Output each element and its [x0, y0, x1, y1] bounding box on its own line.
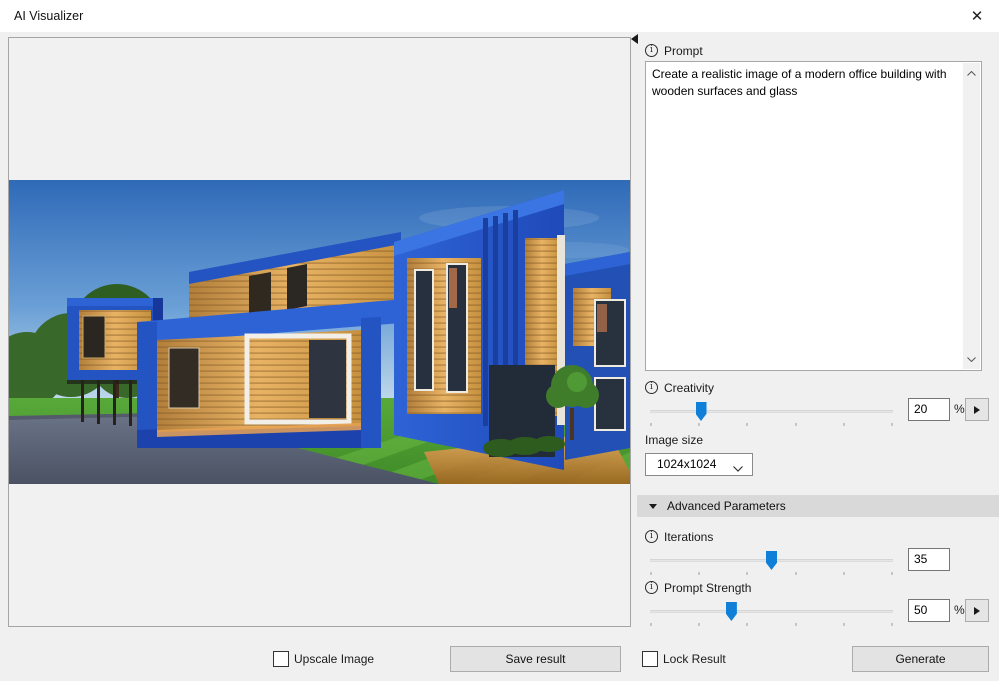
info-icon [645, 381, 658, 394]
right-arrow-icon [974, 405, 980, 414]
creativity-value-input[interactable]: 20 [908, 398, 950, 421]
slider-tick [891, 572, 893, 575]
prompt-value[interactable]: Create a realistic image of a modern off… [646, 62, 963, 370]
prompt-strength-value-input[interactable]: 50 [908, 599, 950, 622]
prompt-strength-label-row: Prompt Strength [637, 580, 751, 595]
prompt-strength-unit: % [954, 603, 965, 617]
prompt-strength-label: Prompt Strength [664, 580, 752, 595]
iterations-label: Iterations [664, 529, 714, 544]
image-size-value: 1024x1024 [657, 457, 717, 471]
slider-tick [698, 423, 701, 426]
upscale-image-row: Upscale Image [273, 651, 374, 667]
slider-tick [794, 572, 797, 575]
window-title: AI Visualizer [14, 9, 84, 23]
iterations-value-input[interactable]: 35 [908, 548, 950, 571]
slider-tick [891, 423, 893, 426]
slider-thumb[interactable] [766, 551, 777, 570]
slider-thumb[interactable] [725, 602, 737, 621]
slider-tick [842, 423, 845, 426]
generated-image [9, 180, 630, 484]
prompt-strength-step-button[interactable] [965, 599, 989, 622]
info-icon [645, 44, 658, 57]
generate-button[interactable]: Generate [852, 646, 989, 672]
slider-track[interactable] [650, 610, 893, 613]
slider-tick [794, 623, 797, 626]
lock-result-label: Lock Result [663, 652, 726, 666]
creativity-step-button[interactable] [965, 398, 989, 421]
info-icon [645, 530, 658, 543]
image-size-label-row: Image size [637, 432, 703, 447]
creativity-label-row: Creativity [637, 380, 714, 395]
slider-tick [891, 623, 893, 626]
prompt-label: Prompt [664, 43, 703, 58]
advanced-parameters-header[interactable]: Advanced Parameters [637, 495, 999, 517]
prompt-scrollbar[interactable] [963, 63, 980, 369]
save-result-button[interactable]: Save result [450, 646, 621, 672]
slider-tick [698, 623, 701, 626]
slider-tick [650, 623, 652, 626]
slider-ticks [650, 572, 893, 576]
advanced-parameters-label: Advanced Parameters [667, 499, 786, 513]
slider-ticks [650, 423, 893, 427]
slider-tick [794, 423, 797, 426]
prompt-label-row: Prompt [637, 43, 703, 58]
chevron-down-icon [733, 461, 743, 475]
image-size-label: Image size [645, 432, 704, 447]
title-bar: AI Visualizer ✕ [0, 0, 999, 32]
creativity-label: Creativity [664, 380, 715, 395]
scroll-up-icon[interactable] [963, 65, 980, 81]
slider-tick [842, 623, 845, 626]
slider-tick [746, 623, 749, 626]
slider-tick [842, 572, 845, 575]
prompt-input[interactable]: Create a realistic image of a modern off… [645, 61, 982, 371]
info-icon [645, 581, 658, 594]
slider-tick [746, 423, 749, 426]
slider-tick [698, 572, 701, 575]
lock-result-row: Lock Result [642, 651, 726, 667]
slider-tick [650, 423, 652, 426]
scroll-down-icon[interactable] [963, 351, 980, 367]
right-arrow-icon [974, 606, 980, 615]
slider-tick [650, 572, 652, 575]
creativity-unit: % [954, 402, 965, 416]
lock-result-checkbox[interactable] [642, 651, 658, 667]
image-size-select[interactable]: 1024x1024 [645, 453, 753, 476]
slider-thumb[interactable] [695, 402, 707, 421]
collapse-down-icon [649, 504, 657, 509]
settings-panel: Prompt Create a realistic image of a mod… [637, 32, 999, 681]
close-icon[interactable]: ✕ [961, 2, 993, 30]
iterations-label-row: Iterations [637, 529, 713, 544]
upscale-image-label: Upscale Image [294, 652, 375, 666]
slider-track[interactable] [650, 410, 893, 413]
upscale-image-checkbox[interactable] [273, 651, 289, 667]
slider-ticks [650, 623, 893, 627]
slider-tick [746, 572, 749, 575]
